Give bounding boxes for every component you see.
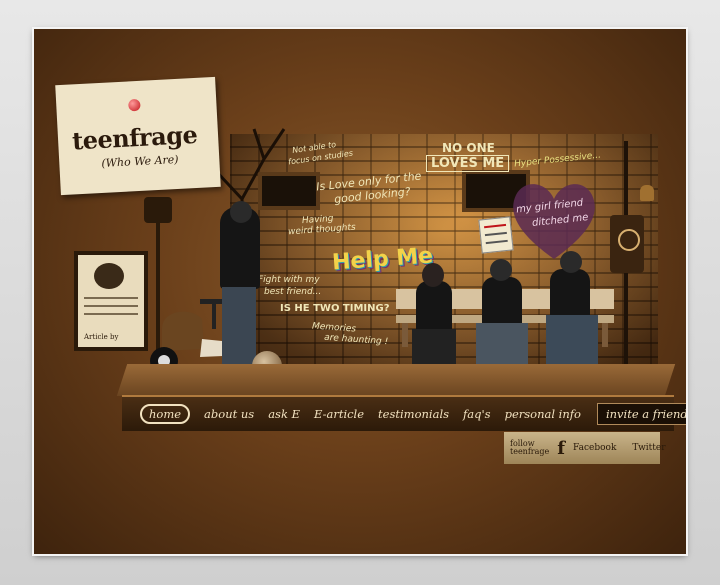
wall-text-fight-2: best friend... xyxy=(264,287,322,297)
person-standing-head xyxy=(230,201,252,223)
poster-article-by: Article by xyxy=(84,333,119,341)
person-sitting-boy-middle-head xyxy=(490,259,512,281)
red-pin-icon xyxy=(128,98,141,112)
stage-platform xyxy=(116,364,676,396)
logo-paper-note[interactable]: teenfrage (Who We Are) xyxy=(55,76,221,196)
facebook-link[interactable]: Facebook xyxy=(573,443,616,453)
person-sitting-girl-head xyxy=(422,263,444,287)
nav-personal-info[interactable]: personal info xyxy=(505,407,581,421)
main-canvas: Not able to focus on studies Is Love onl… xyxy=(34,29,686,554)
person-sitting-boy-right xyxy=(550,269,590,319)
street-lamp xyxy=(144,197,172,223)
twitter-link[interactable]: Twitter xyxy=(632,443,665,453)
wall-text-loves-me: LOVES ME xyxy=(426,155,510,172)
wall-text-fight: Fight with my xyxy=(258,275,320,285)
person-sitting-girl xyxy=(416,281,452,335)
nav-e-article[interactable]: E-article xyxy=(314,407,364,421)
bell-icon xyxy=(640,185,654,201)
mailbox xyxy=(610,215,644,273)
person-sitting-boy-middle xyxy=(482,277,522,327)
wall-text-no-one: NO ONE xyxy=(442,141,495,155)
follow-panel: follow teenfrage f Facebook Twitter xyxy=(504,432,666,464)
poster-emblem-icon xyxy=(94,263,124,289)
nav-home[interactable]: home xyxy=(140,404,191,424)
main-navigation: home about us ask E E-article testimonia… xyxy=(122,395,686,431)
nav-testimonials[interactable]: testimonials xyxy=(378,407,449,421)
mailbox-question-icon xyxy=(618,229,640,251)
site-logo-subtitle[interactable]: (Who We Are) xyxy=(101,153,179,170)
invite-friend-button[interactable]: invite a friend xyxy=(596,403,686,425)
nav-faqs[interactable]: faq's xyxy=(463,407,491,421)
framed-poster[interactable]: Article by xyxy=(74,251,148,351)
person-sitting-boy-right-head xyxy=(560,251,582,273)
wall-text-two-timing: IS HE TWO TIMING? xyxy=(280,303,390,314)
follow-label: follow teenfrage xyxy=(510,439,550,456)
nav-ask-e[interactable]: ask E xyxy=(268,407,300,421)
site-logo-title: teenfrage xyxy=(71,119,198,156)
person-sitting-boy-right-legs xyxy=(546,315,598,371)
facebook-icon[interactable]: f xyxy=(557,438,565,459)
nav-about-us[interactable]: about us xyxy=(204,407,254,421)
